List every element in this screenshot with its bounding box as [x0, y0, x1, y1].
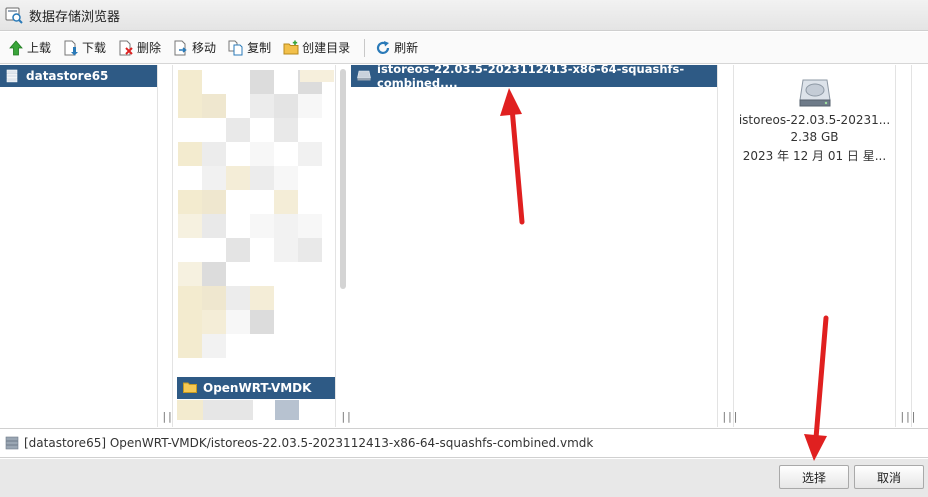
blur-tile [178, 70, 202, 94]
upload-button[interactable]: 上载 [8, 39, 51, 56]
download-label: 下载 [82, 41, 107, 55]
blur-tile [178, 94, 202, 118]
datastore-name: datastore65 [26, 69, 109, 83]
folder-icon [183, 381, 197, 395]
blur-tile [178, 214, 202, 238]
file-item-selected[interactable]: istoreos-22.03.5-2023112413-x86-64-squas… [351, 62, 717, 90]
browser-columns: datastore65 ||| OpenWRT-VMDK ||| istoreo… [0, 62, 928, 427]
blur-tile [202, 214, 226, 238]
blur-tile [298, 142, 322, 166]
datastore-browser-window: 数据存储浏览器 上载 下载 删除 移动 复制 创建目录 刷新 datastore… [0, 0, 928, 497]
folder-name: OpenWRT-VMDK [203, 381, 312, 395]
blur-tile [202, 262, 226, 286]
datastore-browser-icon [5, 6, 23, 24]
datastore-item-selected[interactable]: datastore65 [0, 65, 157, 87]
blur-tile [178, 190, 202, 214]
blur-tile [202, 334, 226, 358]
toolbar-separator [364, 38, 366, 57]
create-folder-label: 创建目录 [302, 41, 351, 55]
delete-button[interactable]: 删除 [118, 39, 161, 56]
blur-tile [274, 238, 298, 262]
folder-column-scrollbar[interactable] [340, 69, 346, 289]
select-button[interactable]: 选择 [779, 465, 849, 489]
column-resize-handle[interactable]: ||| [899, 410, 917, 423]
hard-disk-icon [798, 77, 831, 107]
blur-tile [202, 286, 226, 310]
blur-tile [274, 94, 298, 118]
blur-tile [178, 334, 202, 358]
title-bar: 数据存储浏览器 [0, 0, 928, 31]
move-button[interactable]: 移动 [173, 39, 216, 56]
blur-tile [274, 190, 298, 214]
file-preview-panel: istoreos-22.03.5-20231... 2.38 GB 2023 年… [733, 65, 896, 427]
blur-tile [274, 214, 298, 238]
blur-tile [226, 118, 250, 142]
blurred-folder-list [178, 70, 334, 370]
move-label: 移动 [192, 41, 217, 55]
datastore-icon [5, 436, 19, 450]
blur-tile [250, 70, 274, 94]
copy-file-icon [228, 40, 244, 56]
datastore-icon [6, 69, 20, 83]
blur-tile [202, 166, 226, 190]
blur-tile [250, 142, 274, 166]
blur-tile [274, 118, 298, 142]
folder-item-selected[interactable]: OpenWRT-VMDK [177, 377, 335, 399]
download-file-icon [63, 40, 79, 56]
file-name: istoreos-22.03.5-2023112413-x86-64-squas… [377, 62, 685, 90]
refresh-button[interactable]: 刷新 [375, 39, 418, 56]
dialog-footer: 选择 取消 [0, 459, 928, 497]
new-folder-icon [283, 40, 299, 56]
refresh-icon [375, 40, 391, 56]
selected-path: [datastore65] OpenWRT-VMDK/istoreos-22.0… [24, 436, 594, 450]
delete-label: 删除 [137, 41, 162, 55]
blur-tile [178, 286, 202, 310]
datastore-column[interactable]: datastore65 ||| [0, 65, 179, 427]
copy-button[interactable]: 复制 [228, 39, 271, 56]
blur-tile [250, 94, 274, 118]
blur-tile [250, 166, 274, 190]
blur-tile [202, 190, 226, 214]
blur-tile [250, 214, 274, 238]
blur-tile [274, 166, 298, 190]
blur-tile [226, 238, 250, 262]
virtual-disk-icon [357, 69, 371, 83]
blur-tile [298, 238, 322, 262]
blurred-folder-row [177, 400, 335, 420]
upload-label: 上载 [27, 41, 52, 55]
window-title: 数据存储浏览器 [29, 9, 121, 25]
upload-arrow-icon [8, 39, 24, 56]
blur-tile [250, 286, 274, 310]
copy-label: 复制 [247, 41, 272, 55]
blur-tile [178, 310, 202, 334]
blur-tile [202, 94, 226, 118]
blur-tile [178, 142, 202, 166]
refresh-label: 刷新 [394, 41, 419, 55]
blur-tile [202, 310, 226, 334]
blur-tile [250, 310, 274, 334]
toolbar: 上载 下载 删除 移动 复制 创建目录 刷新 [0, 32, 928, 64]
blur-tile [300, 70, 334, 82]
blur-tile [226, 310, 250, 334]
blur-tile [202, 142, 226, 166]
cancel-button[interactable]: 取消 [854, 465, 924, 489]
blur-tile [226, 286, 250, 310]
blur-tile [178, 262, 202, 286]
blur-tile [298, 94, 322, 118]
move-file-icon [173, 40, 189, 56]
create-folder-button[interactable]: 创建目录 [283, 39, 350, 56]
blur-tile [298, 214, 322, 238]
delete-file-icon [118, 40, 134, 56]
selected-path-bar: [datastore65] OpenWRT-VMDK/istoreos-22.0… [0, 428, 928, 458]
file-column[interactable]: istoreos-22.03.5-2023112413-x86-64-squas… [351, 62, 718, 427]
preview-file-name: istoreos-22.03.5-20231... [738, 113, 891, 127]
column-divider [911, 65, 912, 427]
blur-tile [226, 166, 250, 190]
download-button[interactable]: 下载 [63, 39, 106, 56]
preview-file-date: 2023 年 12 月 01 日 星... [742, 149, 887, 163]
preview-file-size: 2.38 GB [790, 130, 839, 144]
